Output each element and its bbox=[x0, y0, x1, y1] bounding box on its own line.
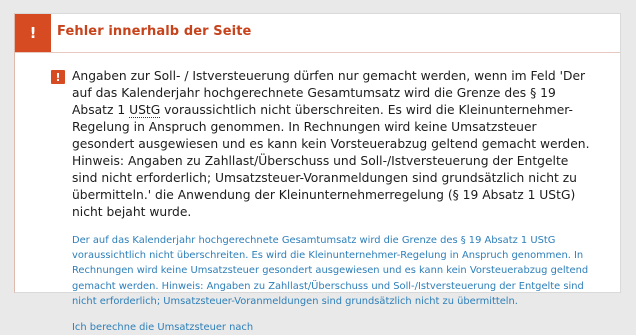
field-links: Der auf das Kalenderjahr hochgerechnete … bbox=[72, 233, 597, 335]
ustg-abbreviation: UStG bbox=[129, 103, 161, 118]
error-panel: ! Fehler innerhalb der Seite ! Angaben z… bbox=[14, 13, 621, 333]
exclamation-icon: ! bbox=[51, 70, 65, 84]
field-link-kleinunternehmer[interactable]: Der auf das Kalenderjahr hochgerechnete … bbox=[72, 233, 597, 309]
alert-badge-icon: ! bbox=[15, 14, 51, 52]
error-header: ! Fehler innerhalb der Seite bbox=[15, 14, 620, 53]
error-title: Fehler innerhalb der Seite bbox=[57, 24, 252, 39]
error-message-part2: voraussichtlich nicht überschreiten. Es … bbox=[72, 103, 590, 219]
field-link-umsatzsteuer-berechnung[interactable]: Ich berechne die Umsatzsteuer nach bbox=[72, 320, 597, 335]
error-message: Angaben zur Soll- / Istversteuerung dürf… bbox=[72, 68, 592, 221]
error-body: ! Angaben zur Soll- / Istversteuerung dü… bbox=[51, 68, 606, 335]
